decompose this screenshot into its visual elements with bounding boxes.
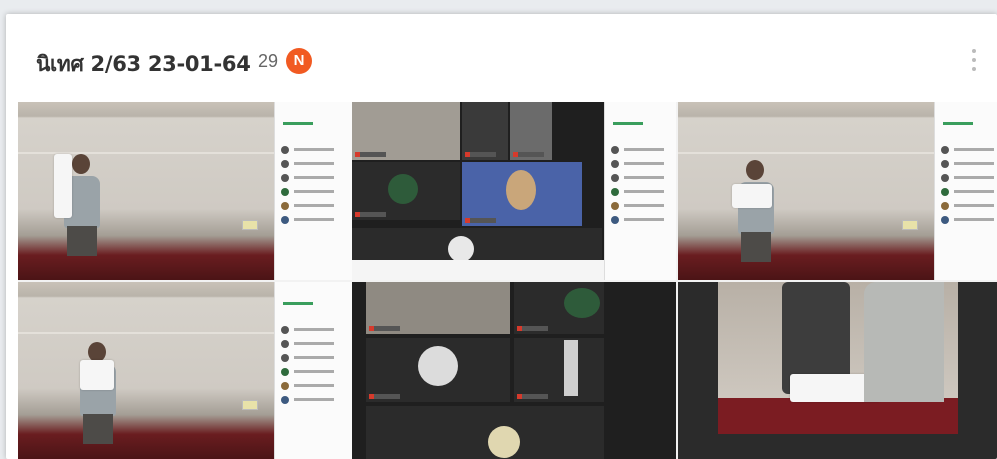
paper-sheet: [54, 154, 72, 218]
room-image: [18, 282, 274, 459]
photo-tile-4[interactable]: [18, 282, 352, 459]
room-image: [18, 102, 274, 280]
paper-sheet: [80, 360, 114, 390]
album-header: นิเทศ 2/63 23-01-64 29 N: [6, 14, 997, 102]
paper-sheet: [732, 184, 772, 208]
zoom-gallery: [352, 102, 604, 280]
photo-tile-1[interactable]: [18, 102, 352, 280]
participants-panel: [934, 102, 997, 280]
participants-panel: [274, 282, 352, 459]
photo-grid: [18, 102, 997, 459]
room-image: [678, 102, 934, 280]
photo-count: 29: [258, 51, 279, 71]
photo-tile-6[interactable]: [678, 282, 997, 459]
participants-panel: [274, 102, 352, 280]
more-vertical-icon[interactable]: [968, 44, 980, 80]
photo-tile-3[interactable]: [678, 102, 997, 280]
photo-tile-2[interactable]: [352, 102, 676, 280]
album-title[interactable]: นิเทศ 2/63 23-01-64: [36, 48, 251, 81]
album-card: นิเทศ 2/63 23-01-64 29 N: [6, 14, 997, 459]
new-badge: N: [286, 48, 312, 74]
participants-panel: [604, 102, 676, 280]
photo-tile-5[interactable]: [352, 282, 676, 459]
